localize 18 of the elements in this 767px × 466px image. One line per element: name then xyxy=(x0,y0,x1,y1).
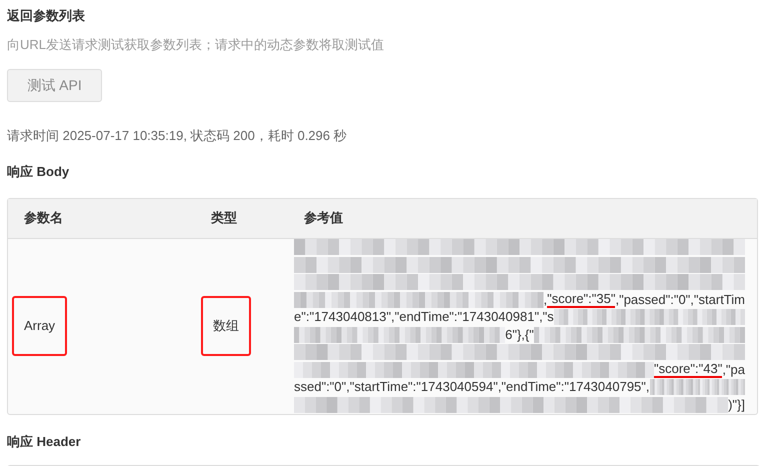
request-info: 请求时间 2025-07-17 10:35:19, 状态码 200，耗时 0.296 秒 xyxy=(7,126,348,144)
json-text: ,"passed":"0","startTim xyxy=(615,292,745,307)
test-api-button[interactable]: 测试 API xyxy=(7,68,102,102)
highlighted-cell: 数组 xyxy=(201,296,251,356)
json-text: )"}] xyxy=(728,398,745,412)
section-description: 向URL发送请求测试获取参数列表；请求中的动态参数将取测试值 xyxy=(7,36,386,54)
column-header: 类型 xyxy=(211,210,237,226)
header-title: 响应 Header xyxy=(7,432,82,450)
json-text: , xyxy=(544,292,548,307)
column-header: 参数名 xyxy=(24,210,63,226)
json-text: ,"pa xyxy=(722,362,745,377)
column-header: 参考值 xyxy=(304,210,343,226)
section-title: 返回参数列表 xyxy=(7,7,86,24)
json-text: ssed":"0","startTime":"1743040594","endTime":"1743040795", xyxy=(294,380,650,394)
highlighted-cell: Array xyxy=(12,296,68,356)
body-title: 响应 Body xyxy=(7,163,70,181)
json-text: e":"1743040813","endTime":"1743040981","s xyxy=(294,310,554,324)
json-text: 6"},{" xyxy=(505,328,534,342)
